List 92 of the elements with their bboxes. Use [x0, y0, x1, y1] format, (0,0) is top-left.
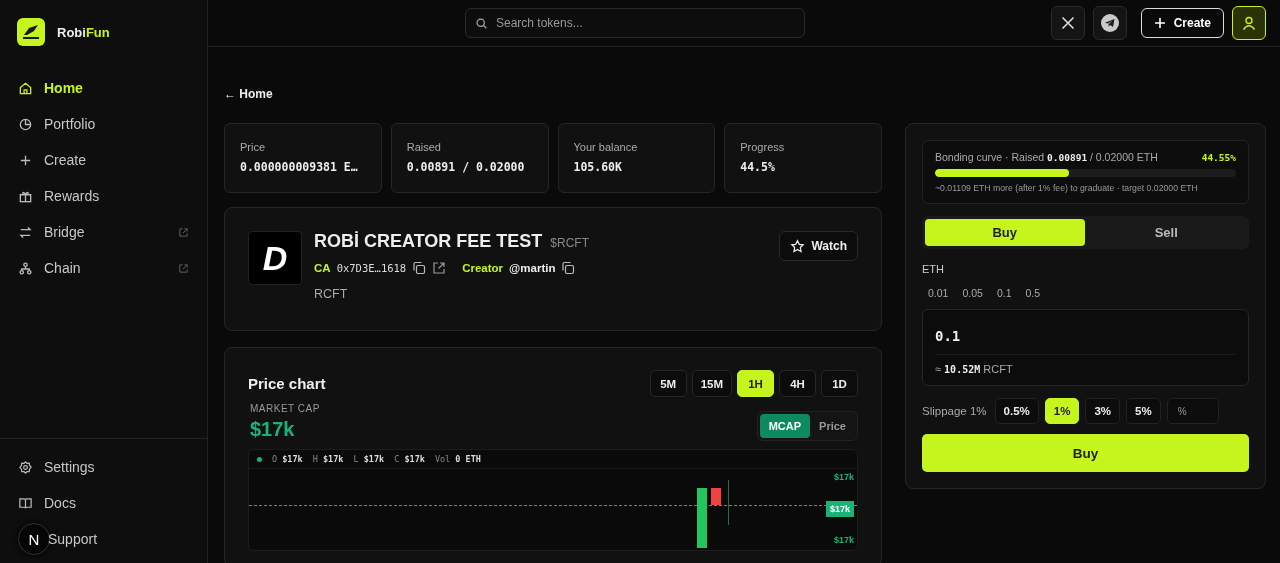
- metric-value: $17k: [250, 418, 296, 441]
- token-ticker: $RCFT: [550, 236, 590, 250]
- stat-value: 0.00891 / 0.02000: [406, 160, 526, 174]
- sidebar-item[interactable]: Portfolio: [0, 106, 207, 142]
- dev-tools-badge[interactable]: N: [18, 523, 50, 555]
- candle: [711, 488, 721, 505]
- pie-chart-icon: [18, 116, 33, 132]
- logo-icon: [17, 18, 45, 46]
- stat-label: Price: [240, 141, 267, 153]
- watch-button[interactable]: Watch: [779, 231, 858, 261]
- x-social-button[interactable]: [1050, 6, 1085, 40]
- amount-preset[interactable]: 0.5: [1019, 283, 1047, 303]
- stat-label: Your balance: [573, 141, 639, 153]
- axis-label: $17k: [833, 535, 854, 545]
- home-icon: [18, 80, 33, 96]
- token-logo: D: [248, 231, 302, 285]
- settings-icon: [18, 459, 33, 475]
- x-letter-icon: [1059, 15, 1076, 31]
- paper-plane-button[interactable]: [1092, 6, 1127, 40]
- brand-name: RobiFun: [57, 24, 110, 40]
- search-icon: [475, 17, 488, 30]
- axis-label: $17k: [833, 472, 854, 482]
- user-icon: [1241, 15, 1257, 31]
- ohlc-value: O $17k: [272, 454, 303, 464]
- amount-input[interactable]: 0.1: [935, 320, 1236, 355]
- token-description: RCFT: [314, 287, 349, 301]
- copy-icon[interactable]: [561, 261, 576, 275]
- slippage-label: Slippage 1%: [922, 405, 987, 417]
- sidebar-item[interactable]: Create: [0, 142, 207, 178]
- external-link-icon[interactable]: [432, 261, 447, 275]
- creator-handle[interactable]: @martin: [509, 262, 556, 274]
- chart-title: Price chart: [248, 375, 326, 392]
- sidebar-item[interactable]: Support: [48, 521, 207, 557]
- contract-address: 0x7D3E…1618: [336, 262, 407, 274]
- creator-label: Creator: [462, 262, 504, 274]
- sidebar-item[interactable]: Chain: [0, 250, 207, 286]
- profile-button[interactable]: [1232, 6, 1266, 40]
- amount-field[interactable]: 0.1 ≈ 10.52M RCFT: [922, 309, 1249, 386]
- buy-button[interactable]: Buy: [922, 434, 1249, 472]
- slippage-option[interactable]: 5%: [1126, 398, 1161, 424]
- bonding-curve-text: Bonding curve · Raised 0.00891 / 0.02000 ETH: [935, 151, 1158, 163]
- amount-preset[interactable]: 0.05: [956, 283, 989, 303]
- ohlc-value: Vol 0 ETH: [434, 454, 481, 464]
- sidebar-item[interactable]: Settings: [0, 449, 207, 485]
- swap-arrows-icon: [18, 224, 33, 240]
- progress-percent: 44.55%: [1201, 151, 1236, 163]
- paper-plane-icon: [1100, 14, 1119, 32]
- candle: [697, 488, 707, 548]
- nodes-icon: [18, 260, 33, 276]
- token-name: ROBİ CREATOR FEE TEST: [314, 231, 543, 252]
- mode-button[interactable]: Price: [810, 414, 855, 438]
- status-dot: [257, 456, 262, 462]
- ohlc-value: H $17k: [312, 454, 344, 464]
- stat-value: 0.000000009381 E…: [240, 160, 359, 174]
- star-icon: [790, 238, 806, 254]
- timeframe-button[interactable]: 1D: [821, 370, 858, 397]
- back-link[interactable]: ← Home: [224, 87, 273, 101]
- book-icon: [18, 495, 33, 511]
- metric-label: MARKET CAP: [250, 403, 320, 414]
- timeframe-button[interactable]: 5M: [649, 370, 687, 397]
- mode-button[interactable]: MCAP: [759, 414, 811, 438]
- ohlc-value: L $17k: [353, 454, 385, 464]
- currency-label: ETH: [922, 263, 945, 275]
- search-field[interactable]: Search tokens...: [465, 8, 805, 38]
- create-button[interactable]: Create: [1140, 8, 1224, 38]
- ca-label: CA: [314, 262, 331, 274]
- ohlc-value: C $17k: [394, 454, 425, 464]
- timeframe-button[interactable]: 15M: [691, 370, 732, 397]
- crosshair-line: [728, 480, 729, 525]
- stat-label: Raised: [406, 141, 442, 153]
- slippage-option[interactable]: 3%: [1085, 398, 1121, 424]
- graduation-note: ~0.01109 ETH more (after 1% fee) to graduate · target 0.02000 ETH: [935, 183, 1199, 193]
- timeframe-button[interactable]: 1H: [737, 370, 774, 397]
- stat-label: Progress: [740, 141, 786, 153]
- slippage-option[interactable]: 1%: [1044, 398, 1080, 424]
- stat-value: 105.60K: [573, 160, 623, 174]
- amount-preset[interactable]: 0.1: [990, 283, 1018, 303]
- estimate-text: ≈ 10.52M RCFT: [935, 362, 1014, 375]
- amount-preset[interactable]: 0.01: [922, 283, 955, 303]
- copy-icon[interactable]: [412, 261, 427, 275]
- sidebar-item[interactable]: Home: [0, 70, 207, 106]
- trade-tab[interactable]: Sell: [1086, 219, 1246, 246]
- plus-icon: [1153, 17, 1166, 29]
- axis-label: $17k: [825, 500, 854, 517]
- slippage-option[interactable]: 0.5%: [994, 398, 1039, 424]
- trade-tab[interactable]: Buy: [925, 219, 1085, 246]
- sidebar-item[interactable]: Docs: [0, 485, 207, 521]
- sidebar-item[interactable]: Rewards: [0, 178, 207, 214]
- custom-slippage-field[interactable]: %: [1166, 398, 1219, 424]
- sidebar-item[interactable]: Bridge: [0, 214, 207, 250]
- timeframe-button[interactable]: 4H: [779, 370, 816, 397]
- stat-value: 44.5%: [740, 160, 776, 174]
